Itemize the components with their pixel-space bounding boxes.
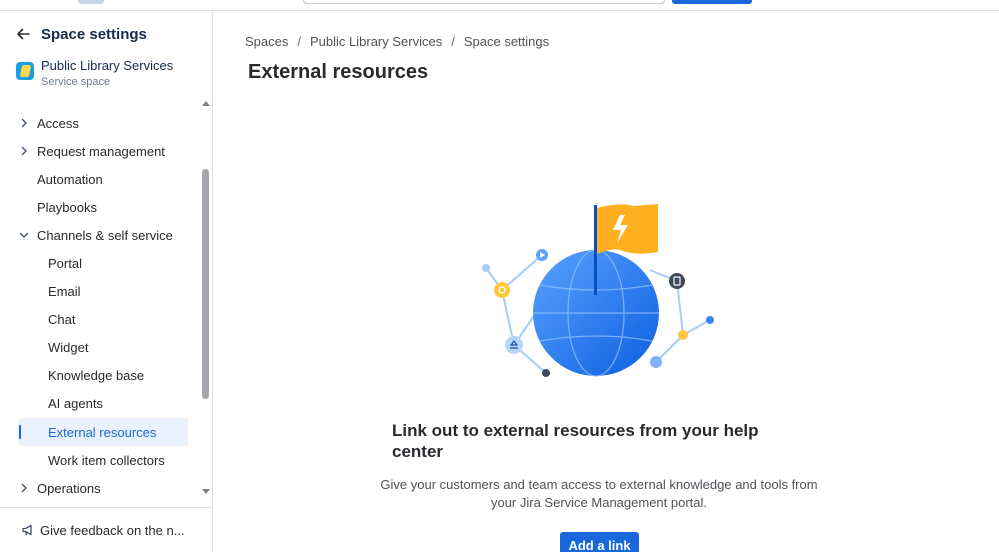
sidebar-item-label: Request management [37, 143, 165, 159]
give-feedback-button[interactable]: Give feedback on the n... [0, 507, 213, 552]
sidebar-item-label: Widget [48, 339, 89, 355]
scroll-down-arrow[interactable] [202, 489, 210, 494]
empty-state-description: Give your customers and team access to e… [380, 477, 818, 510]
chevron-right-icon[interactable] [16, 143, 32, 159]
empty-state-heading: Link out to external resources from your… [392, 421, 759, 461]
selected-indicator [19, 425, 21, 439]
space-name: Public Library Services [41, 58, 174, 73]
sidebar-item-label: Automation [37, 171, 103, 187]
sidebar-item-label: Operations [37, 480, 101, 496]
search-input[interactable] [303, 0, 665, 4]
space-avatar [16, 62, 34, 80]
globe-flag-illustration [482, 204, 714, 377]
sidebar-item-access[interactable]: Access [0, 109, 200, 137]
megaphone-icon [20, 523, 35, 538]
chevron-right-icon[interactable] [16, 480, 32, 496]
sidebar-item-label: Channels & self service [37, 227, 173, 243]
sidebar-item-label: Knowledge base [48, 367, 145, 383]
sidebar-item-widget[interactable]: Widget [0, 333, 200, 361]
sidebar-item-operations[interactable]: Operations [0, 474, 200, 499]
sidebar-item-label: Email [48, 283, 81, 299]
add-link-button[interactable]: Add a link [560, 532, 639, 552]
sidebar-item-ai-agents[interactable]: AI agents [0, 389, 200, 417]
sidebar-item-label: External resources [48, 424, 157, 440]
breadcrumb-space-settings[interactable]: Space settings [464, 34, 549, 49]
scrollbar-thumb[interactable] [202, 169, 209, 399]
sidebar-item-automation[interactable]: Automation [0, 165, 200, 193]
chevron-right-icon[interactable] [16, 115, 32, 131]
sidebar-item-label: Chat [48, 311, 76, 327]
sidebar-header: Space settings [14, 23, 147, 45]
chevron-down-icon[interactable] [16, 227, 32, 243]
sidebar-item-request-management[interactable]: Request management [0, 137, 200, 165]
feedback-label: Give feedback on the n... [40, 522, 185, 538]
sidebar-item-external-resources[interactable]: External resources [19, 418, 188, 446]
sidebar-item-chat[interactable]: Chat [0, 305, 200, 333]
sidebar-item-email[interactable]: Email [0, 277, 200, 305]
breadcrumb: Spaces / Public Library Services / Space… [245, 34, 549, 49]
space-type: Service space [41, 76, 111, 88]
space-switcher[interactable]: Public Library Services Service space [16, 58, 173, 89]
scroll-up-arrow[interactable] [202, 101, 210, 106]
sidebar-item-work-item-collectors[interactable]: Work item collectors [0, 446, 200, 474]
page-title: External resources [248, 61, 429, 83]
sidebar-item-knowledge-base[interactable]: Knowledge base [0, 361, 200, 389]
settings-nav: Access Request management Automation Pla… [0, 99, 200, 499]
sidebar-item-label: AI agents [48, 395, 103, 411]
create-button[interactable] [672, 0, 752, 4]
app-logo[interactable] [78, 0, 104, 4]
sidebar-item-channels-self-service[interactable]: Channels & self service [0, 221, 200, 249]
breadcrumb-space[interactable]: Public Library Services [310, 34, 442, 49]
sidebar-item-label: Access [37, 115, 79, 131]
sidebar-item-portal[interactable]: Portal [0, 249, 200, 277]
sidebar-item-label: Portal [48, 255, 82, 271]
breadcrumb-separator: / [451, 34, 455, 49]
arrow-left-icon[interactable] [14, 25, 32, 43]
breadcrumb-spaces[interactable]: Spaces [245, 34, 288, 49]
top-navigation-bar [0, 0, 999, 11]
sidebar-item-playbooks[interactable]: Playbooks [0, 193, 200, 221]
breadcrumb-separator: / [297, 34, 301, 49]
sidebar-item-label: Playbooks [37, 199, 97, 215]
settings-sidebar: Space settings Public Library Services S… [0, 11, 213, 552]
sidebar-title: Space settings [41, 25, 147, 43]
sidebar-scrollbar[interactable] [200, 101, 212, 499]
sidebar-item-label: Work item collectors [48, 452, 165, 468]
